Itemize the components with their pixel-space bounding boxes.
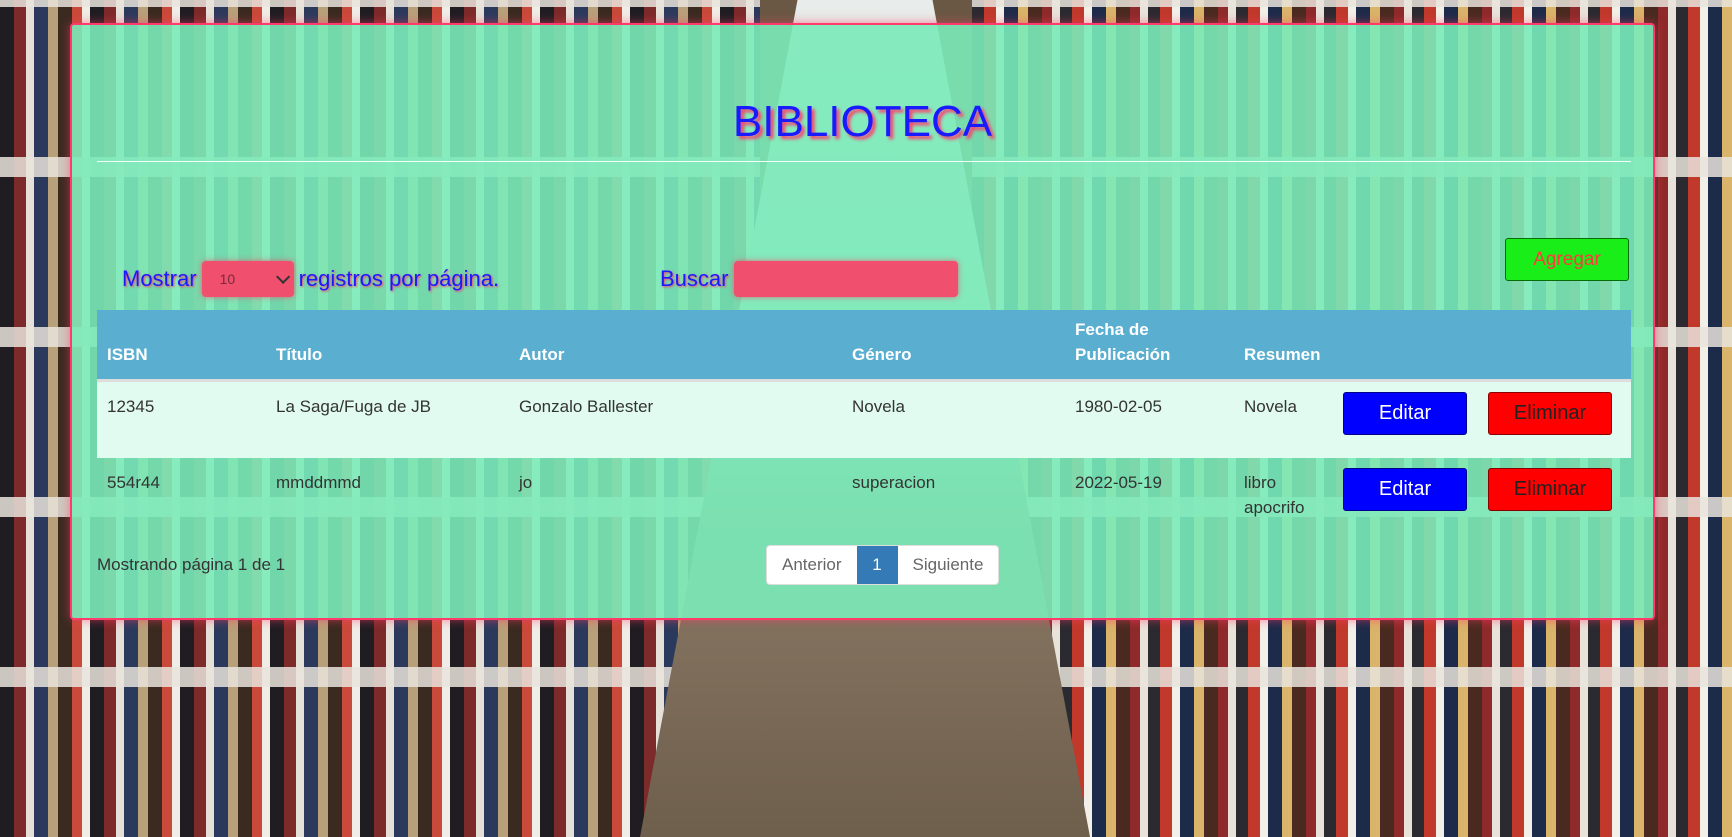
cell-resumen: libro apocrifo xyxy=(1244,473,1305,517)
column-header-isbn: ISBN xyxy=(107,344,148,364)
search-input[interactable] xyxy=(734,261,959,297)
cell-autor: jo xyxy=(519,473,533,492)
pagination-status: Mostrando página 1 de 1 xyxy=(97,555,286,574)
cell-isbn: 12345 xyxy=(107,396,155,416)
column-header-resumen: Resumen xyxy=(1244,344,1321,364)
table-header-row: ISBN Título Autor Género Fecha de Public… xyxy=(97,310,1631,380)
cell-delete: Eliminar xyxy=(1478,380,1631,458)
page-title: BIBLIOTECA xyxy=(732,97,993,146)
column-header-autor: Autor xyxy=(519,344,565,364)
page-1-button[interactable]: 1 xyxy=(856,546,898,584)
show-label: Mostrar xyxy=(122,266,197,291)
cell-genero: Novela xyxy=(852,396,905,416)
add-button[interactable]: Agregar xyxy=(1505,238,1629,281)
column-header-delete xyxy=(1478,310,1631,380)
column-header-genero: Género xyxy=(852,344,912,364)
per-page-label: registros por página. xyxy=(298,266,500,291)
page-size-select[interactable]: 10 xyxy=(201,261,294,297)
cell-fecha: 1980-02-05 xyxy=(1075,396,1162,416)
cell-autor: Gonzalo Ballester xyxy=(519,396,654,416)
edit-button[interactable]: Editar xyxy=(1343,468,1467,511)
cell-edit: Editar xyxy=(1333,458,1478,536)
books-table: ISBN Título Autor Género Fecha de Public… xyxy=(97,310,1631,536)
previous-page-button[interactable]: Anterior xyxy=(767,546,857,584)
chevron-down-icon xyxy=(275,269,290,284)
pagination: Anterior 1 Siguiente xyxy=(766,545,1000,585)
cell-fecha: 2022-05-19 xyxy=(1075,473,1162,492)
column-header-fecha: Fecha de Publicación xyxy=(1075,319,1171,364)
search-label: Buscar xyxy=(660,266,729,291)
column-header-titulo: Título xyxy=(276,344,323,364)
page-size-control: Mostrar 10 registros por página. xyxy=(122,261,499,297)
page-size-value: 10 xyxy=(219,271,236,287)
cell-titulo: La Saga/Fuga de JB xyxy=(276,396,432,416)
column-header-edit xyxy=(1333,310,1478,380)
cell-genero: superacion xyxy=(852,473,936,492)
table-row: 554r44 mmddmmd jo superacion 2022-05-19 … xyxy=(97,458,1631,536)
cell-edit: Editar xyxy=(1333,380,1478,458)
cell-isbn: 554r44 xyxy=(107,473,160,492)
title-divider xyxy=(97,161,1631,162)
delete-button[interactable]: Eliminar xyxy=(1488,391,1612,435)
next-page-button[interactable]: Siguiente xyxy=(897,546,999,584)
main-panel: BIBLIOTECA Mostrar 10 registros por pági… xyxy=(70,23,1655,620)
cell-resumen: Novela xyxy=(1244,396,1297,416)
delete-button[interactable]: Eliminar xyxy=(1488,468,1612,511)
table-row: 12345 La Saga/Fuga de JB Gonzalo Ballest… xyxy=(97,380,1631,458)
cell-titulo: mmddmmd xyxy=(276,473,362,492)
edit-button[interactable]: Editar xyxy=(1343,391,1467,435)
search-control: Buscar xyxy=(660,261,959,297)
cell-delete: Eliminar xyxy=(1478,458,1631,536)
